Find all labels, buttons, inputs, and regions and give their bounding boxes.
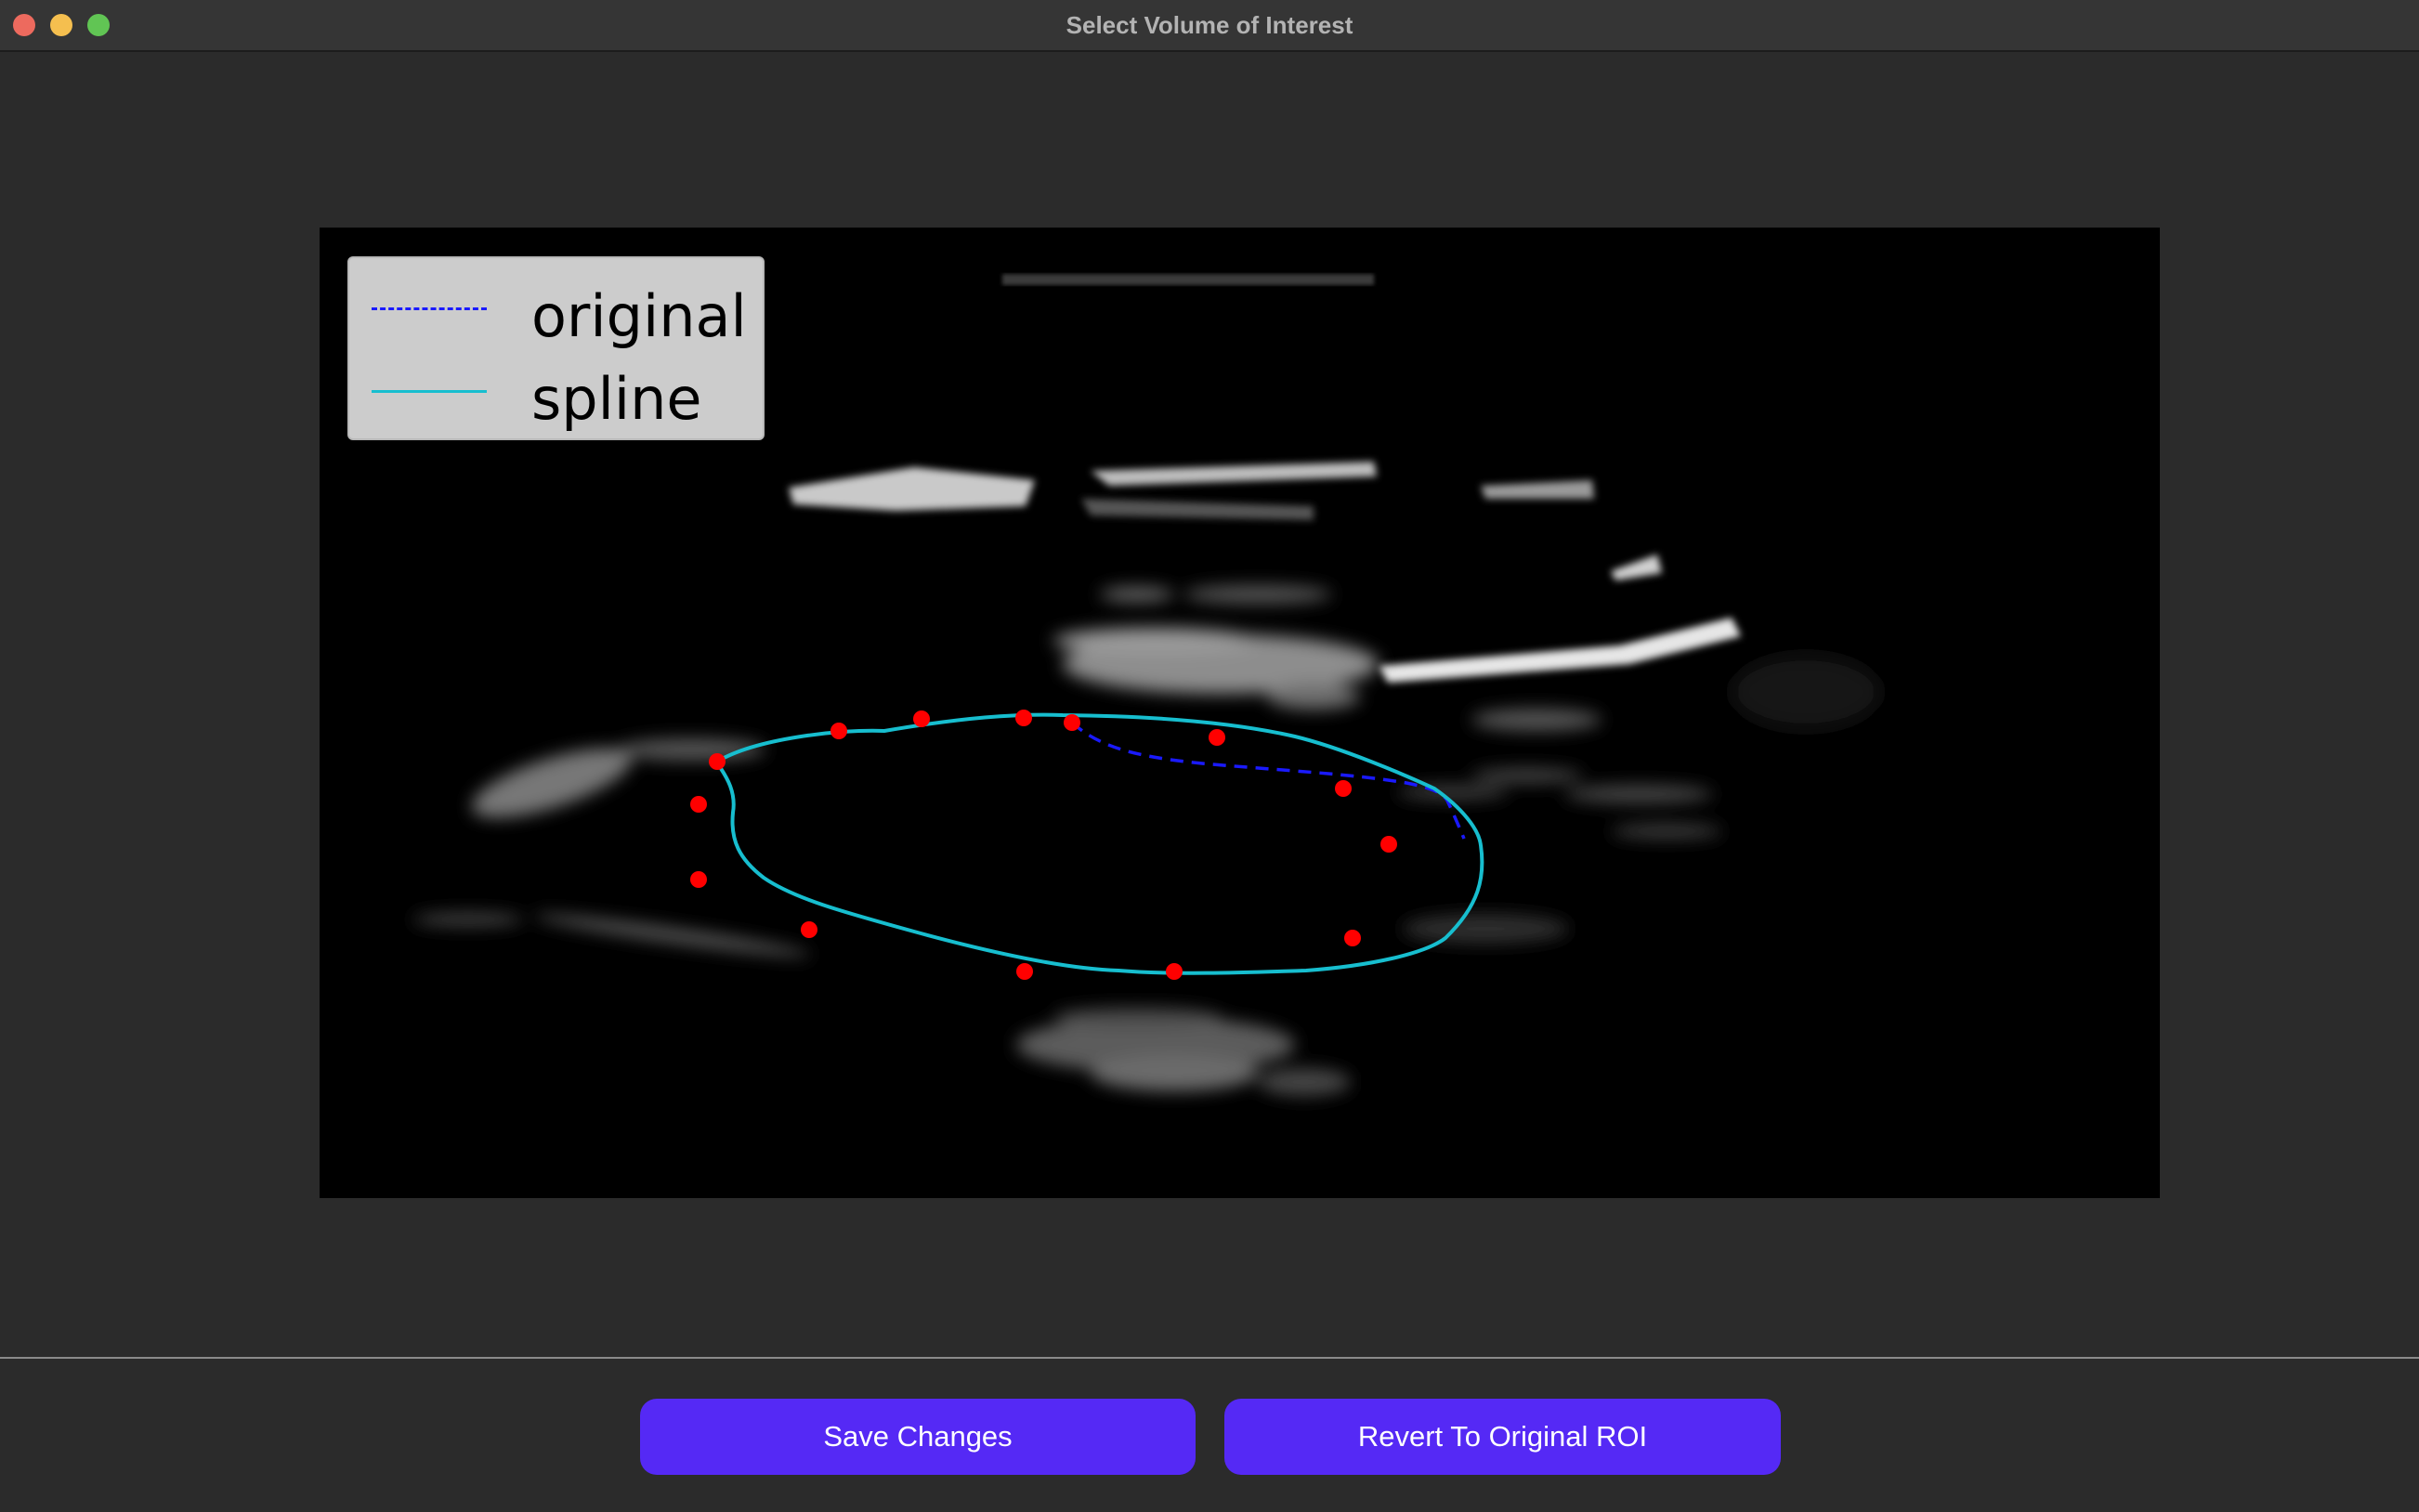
save-changes-button[interactable]: Save Changes — [640, 1399, 1196, 1475]
ultrasound-image-canvas[interactable]: original spline — [320, 228, 2160, 1198]
spline-contour — [714, 712, 1484, 975]
title-bar: Select Volume of Interest — [0, 0, 2419, 52]
control-point — [830, 723, 847, 739]
legend-swatch-original — [372, 307, 487, 310]
control-point — [1209, 729, 1225, 746]
legend-item-spline: spline — [349, 359, 763, 433]
legend-label-original: original — [531, 282, 747, 350]
control-point — [1166, 963, 1183, 980]
control-point — [1064, 714, 1080, 731]
control-point — [1335, 780, 1352, 797]
control-point — [690, 871, 707, 888]
control-point — [1344, 930, 1361, 946]
control-points — [690, 710, 1397, 980]
legend-label-spline: spline — [531, 365, 702, 433]
revert-roi-button[interactable]: Revert To Original ROI — [1224, 1399, 1781, 1475]
legend-swatch-spline — [372, 390, 487, 393]
control-point — [1015, 710, 1032, 726]
control-point — [690, 796, 707, 813]
control-point — [709, 753, 726, 770]
control-point — [1016, 963, 1033, 980]
original-contour — [1070, 721, 1466, 840]
control-point — [1380, 836, 1397, 853]
control-point — [913, 710, 930, 727]
legend: original spline — [347, 256, 765, 440]
button-bar: Save Changes Revert To Original ROI — [0, 1359, 2419, 1512]
control-point — [801, 921, 817, 938]
window-title: Select Volume of Interest — [1066, 11, 1353, 39]
legend-item-original: original — [349, 277, 763, 350]
